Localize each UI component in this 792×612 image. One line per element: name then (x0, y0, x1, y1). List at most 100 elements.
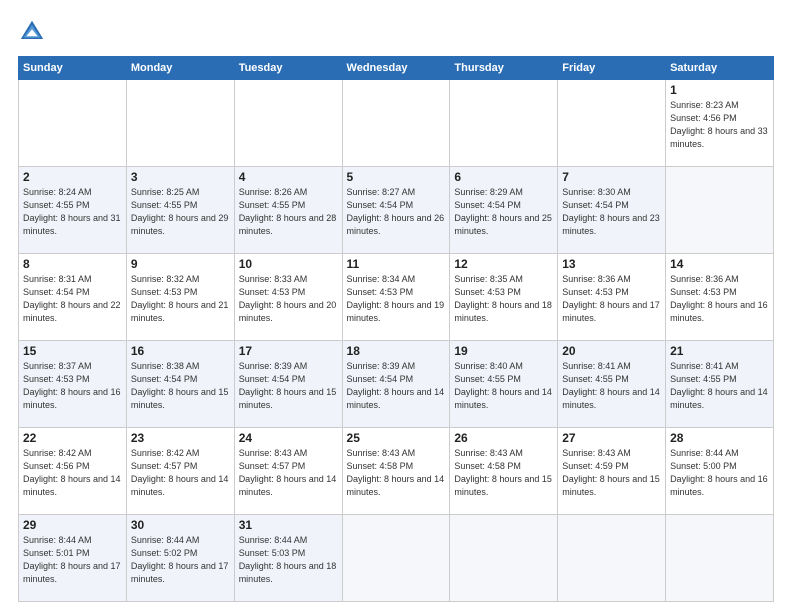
day-info: Sunrise: 8:43 AMSunset: 4:57 PMDaylight:… (239, 447, 338, 499)
day-number: 19 (454, 344, 553, 358)
day-number: 5 (347, 170, 446, 184)
calendar-cell: 20Sunrise: 8:41 AMSunset: 4:55 PMDayligh… (558, 341, 666, 428)
day-number: 26 (454, 431, 553, 445)
calendar-cell (450, 80, 558, 167)
day-number: 31 (239, 518, 338, 532)
calendar-cell: 6 Sunrise: 8:29 AMSunset: 4:54 PMDaylight… (450, 167, 558, 254)
calendar-body: 1Sunrise: 8:23 AMSunset: 4:56 PMDaylight… (19, 80, 774, 602)
day-header-wednesday: Wednesday (342, 57, 450, 80)
calendar-cell: 16Sunrise: 8:38 AMSunset: 4:54 PMDayligh… (126, 341, 234, 428)
day-info: Sunrise: 8:35 AMSunset: 4:53 PMDaylight:… (454, 273, 553, 325)
day-number: 6 (454, 170, 553, 184)
calendar-cell: 17 Sunrise: 8:39 AMSunset: 4:54 PMDayligh… (234, 341, 342, 428)
day-number: 23 (131, 431, 230, 445)
day-header-thursday: Thursday (450, 57, 558, 80)
day-info: Sunrise: 8:30 AMSunset: 4:54 PMDaylight:… (562, 186, 661, 238)
day-info: Sunrise: 8:25 AMSunset: 4:55 PMDaylight:… (131, 186, 230, 238)
day-number: 18 (347, 344, 446, 358)
day-header-tuesday: Tuesday (234, 57, 342, 80)
day-number: 16 (131, 344, 230, 358)
calendar-cell: 25 Sunrise: 8:43 AMSunset: 4:58 PMDayligh… (342, 428, 450, 515)
calendar-cell: 4 Sunrise: 8:26 AMSunset: 4:55 PMDaylight… (234, 167, 342, 254)
day-info: Sunrise: 8:32 AMSunset: 4:53 PMDaylight:… (131, 273, 230, 325)
calendar-cell: 14Sunrise: 8:36 AMSunset: 4:53 PMDayligh… (666, 254, 774, 341)
day-number: 15 (23, 344, 122, 358)
day-info: Sunrise: 8:39 AMSunset: 4:54 PMDaylight:… (347, 360, 446, 412)
week-row-2: 8Sunrise: 8:31 AMSunset: 4:54 PMDaylight… (19, 254, 774, 341)
day-number: 28 (670, 431, 769, 445)
calendar-cell (342, 515, 450, 602)
calendar-cell (234, 80, 342, 167)
calendar-cell: 5Sunrise: 8:27 AMSunset: 4:54 PMDaylight… (342, 167, 450, 254)
calendar-cell: 19 Sunrise: 8:40 AMSunset: 4:55 PMDayligh… (450, 341, 558, 428)
day-info: Sunrise: 8:41 AMSunset: 4:55 PMDaylight:… (670, 360, 769, 412)
day-number: 30 (131, 518, 230, 532)
day-info: Sunrise: 8:36 AMSunset: 4:53 PMDaylight:… (562, 273, 661, 325)
calendar-cell (666, 167, 774, 254)
week-row-0: 1Sunrise: 8:23 AMSunset: 4:56 PMDaylight… (19, 80, 774, 167)
calendar-cell: 27Sunrise: 8:43 AMSunset: 4:59 PMDayligh… (558, 428, 666, 515)
day-info: Sunrise: 8:24 AMSunset: 4:55 PMDaylight:… (23, 186, 122, 238)
day-header-saturday: Saturday (666, 57, 774, 80)
day-number: 7 (562, 170, 661, 184)
day-info: Sunrise: 8:43 AMSunset: 4:58 PMDaylight:… (454, 447, 553, 499)
day-info: Sunrise: 8:34 AMSunset: 4:53 PMDaylight:… (347, 273, 446, 325)
day-info: Sunrise: 8:37 AMSunset: 4:53 PMDaylight:… (23, 360, 122, 412)
calendar-cell: 29Sunrise: 8:44 AMSunset: 5:01 PMDayligh… (19, 515, 127, 602)
day-number: 12 (454, 257, 553, 271)
calendar-cell (19, 80, 127, 167)
day-number: 13 (562, 257, 661, 271)
day-header-sunday: Sunday (19, 57, 127, 80)
header (18, 18, 774, 46)
calendar-cell: 28 Sunrise: 8:44 AMSunset: 5:00 PMDayligh… (666, 428, 774, 515)
calendar-header-row: SundayMondayTuesdayWednesdayThursdayFrid… (19, 57, 774, 80)
day-number: 14 (670, 257, 769, 271)
day-number: 25 (347, 431, 446, 445)
calendar-cell: 22 Sunrise: 8:42 AMSunset: 4:56 PMDayligh… (19, 428, 127, 515)
day-info: Sunrise: 8:26 AMSunset: 4:55 PMDaylight:… (239, 186, 338, 238)
page: SundayMondayTuesdayWednesdayThursdayFrid… (0, 0, 792, 612)
calendar-cell: 10 Sunrise: 8:33 AMSunset: 4:53 PMDayligh… (234, 254, 342, 341)
calendar-cell: 13 Sunrise: 8:36 AMSunset: 4:53 PMDayligh… (558, 254, 666, 341)
day-info: Sunrise: 8:44 AMSunset: 5:00 PMDaylight:… (670, 447, 769, 499)
day-info: Sunrise: 8:43 AMSunset: 4:58 PMDaylight:… (347, 447, 446, 499)
day-info: Sunrise: 8:44 AMSunset: 5:01 PMDaylight:… (23, 534, 122, 586)
day-number: 9 (131, 257, 230, 271)
calendar-cell: 15 Sunrise: 8:37 AMSunset: 4:53 PMDayligh… (19, 341, 127, 428)
calendar-cell (558, 515, 666, 602)
week-row-3: 15 Sunrise: 8:37 AMSunset: 4:53 PMDayligh… (19, 341, 774, 428)
calendar-cell: 23 Sunrise: 8:42 AMSunset: 4:57 PMDayligh… (126, 428, 234, 515)
day-number: 24 (239, 431, 338, 445)
day-number: 22 (23, 431, 122, 445)
calendar-cell: 7 Sunrise: 8:30 AMSunset: 4:54 PMDaylight… (558, 167, 666, 254)
day-number: 17 (239, 344, 338, 358)
calendar-cell: 3 Sunrise: 8:25 AMSunset: 4:55 PMDaylight… (126, 167, 234, 254)
day-number: 10 (239, 257, 338, 271)
calendar-cell (558, 80, 666, 167)
day-number: 21 (670, 344, 769, 358)
day-info: Sunrise: 8:23 AMSunset: 4:56 PMDaylight:… (670, 99, 769, 151)
calendar-cell: 18 Sunrise: 8:39 AMSunset: 4:54 PMDayligh… (342, 341, 450, 428)
calendar-cell: 26 Sunrise: 8:43 AMSunset: 4:58 PMDayligh… (450, 428, 558, 515)
day-number: 20 (562, 344, 661, 358)
calendar-cell: 30 Sunrise: 8:44 AMSunset: 5:02 PMDayligh… (126, 515, 234, 602)
day-info: Sunrise: 8:40 AMSunset: 4:55 PMDaylight:… (454, 360, 553, 412)
day-info: Sunrise: 8:39 AMSunset: 4:54 PMDaylight:… (239, 360, 338, 412)
day-number: 4 (239, 170, 338, 184)
day-info: Sunrise: 8:42 AMSunset: 4:57 PMDaylight:… (131, 447, 230, 499)
calendar-cell (342, 80, 450, 167)
logo (18, 18, 50, 46)
calendar-table: SundayMondayTuesdayWednesdayThursdayFrid… (18, 56, 774, 602)
day-info: Sunrise: 8:33 AMSunset: 4:53 PMDaylight:… (239, 273, 338, 325)
logo-icon (18, 18, 46, 46)
calendar-cell: 8Sunrise: 8:31 AMSunset: 4:54 PMDaylight… (19, 254, 127, 341)
calendar-cell: 12 Sunrise: 8:35 AMSunset: 4:53 PMDayligh… (450, 254, 558, 341)
day-info: Sunrise: 8:44 AMSunset: 5:02 PMDaylight:… (131, 534, 230, 586)
calendar-cell: 31 Sunrise: 8:44 AMSunset: 5:03 PMDayligh… (234, 515, 342, 602)
day-number: 3 (131, 170, 230, 184)
day-info: Sunrise: 8:42 AMSunset: 4:56 PMDaylight:… (23, 447, 122, 499)
calendar-cell: 21 Sunrise: 8:41 AMSunset: 4:55 PMDayligh… (666, 341, 774, 428)
day-info: Sunrise: 8:29 AMSunset: 4:54 PMDaylight:… (454, 186, 553, 238)
week-row-4: 22 Sunrise: 8:42 AMSunset: 4:56 PMDayligh… (19, 428, 774, 515)
day-info: Sunrise: 8:44 AMSunset: 5:03 PMDaylight:… (239, 534, 338, 586)
